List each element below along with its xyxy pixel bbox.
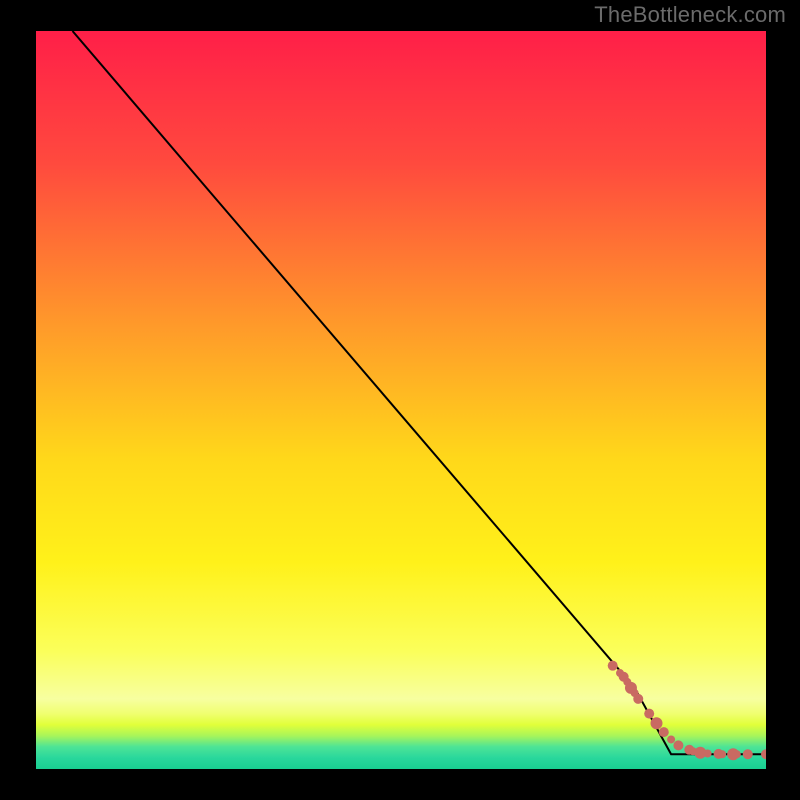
data-marker <box>733 750 741 758</box>
data-marker <box>651 717 663 729</box>
data-marker <box>633 694 643 704</box>
data-marker <box>718 750 726 758</box>
data-marker <box>743 749 753 759</box>
plot-background-gradient <box>36 31 766 769</box>
chart-svg <box>0 0 800 800</box>
data-marker <box>608 661 618 671</box>
watermark-text: TheBottleneck.com <box>594 2 786 28</box>
data-marker <box>644 709 654 719</box>
chart-stage: TheBottleneck.com <box>0 0 800 800</box>
data-marker <box>659 727 669 737</box>
data-marker <box>667 735 675 743</box>
data-marker <box>704 750 712 758</box>
data-marker <box>673 740 683 750</box>
